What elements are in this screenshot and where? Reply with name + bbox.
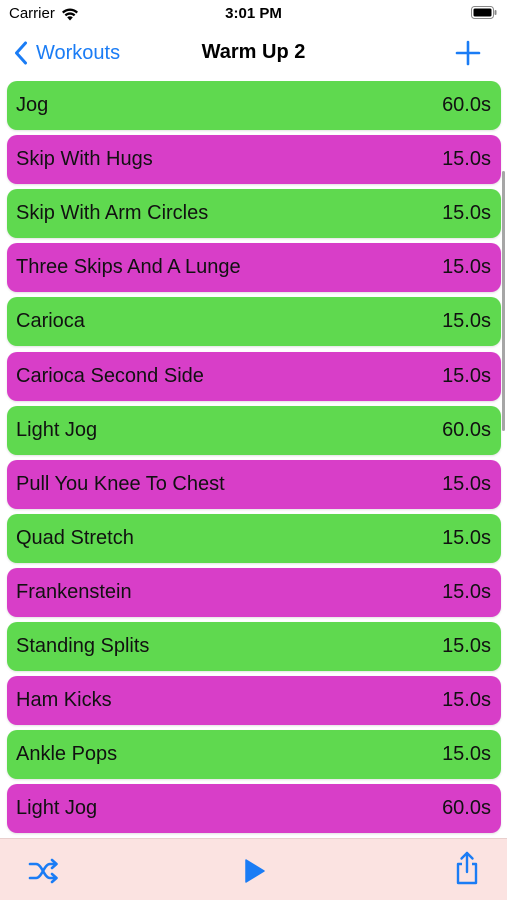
navigation-bar: Workouts Warm Up 2	[0, 30, 507, 76]
exercise-name: Light Jog	[16, 797, 98, 820]
exercise-row[interactable]: Light Jog 60.0s	[7, 405, 501, 455]
exercise-row[interactable]: Carioca Second Side 15.0s	[7, 351, 501, 401]
exercise-row[interactable]: Three Skips And A Lunge 15.0s	[7, 243, 501, 293]
shuffle-button[interactable]	[27, 856, 61, 886]
exercise-name: Skip With Hugs	[16, 148, 153, 171]
share-button[interactable]	[450, 851, 484, 885]
shuffle-icon	[28, 858, 58, 884]
exercise-row[interactable]: Carioca 15.0s	[7, 297, 501, 347]
exercise-list[interactable]: Jog 60.0s Skip With Hugs 15.0s Skip With Arm…	[0, 81, 507, 838]
exercise-name: Three Skips And A Lunge	[16, 256, 241, 279]
exercise-duration: 60.0s	[442, 94, 491, 116]
exercise-duration: 60.0s	[442, 418, 491, 441]
exercise-name: Light Jog	[16, 418, 98, 441]
exercise-row[interactable]: Quad Stretch 15.0s	[7, 513, 501, 563]
exercise-name: Pull You Knee To Chest	[16, 472, 225, 495]
status-bar: Carrier 3:01 PM	[0, 0, 507, 30]
status-time: 3:01 PM	[225, 5, 282, 22]
exercise-duration: 15.0s	[442, 148, 491, 171]
exercise-duration: 15.0s	[442, 364, 491, 387]
exercise-name: Carioca	[16, 310, 85, 333]
exercise-row[interactable]: Ankle Pops 15.0s	[7, 730, 501, 780]
exercise-row[interactable]: Skip With Hugs 15.0s	[7, 135, 501, 185]
plus-icon[interactable]	[455, 40, 481, 66]
exercise-name: Quad Stretch	[16, 526, 134, 549]
exercise-duration: 60.0s	[442, 797, 491, 820]
exercise-row[interactable]: Frankenstein 15.0s	[7, 567, 501, 617]
exercise-duration: 15.0s	[442, 689, 491, 712]
bottom-toolbar	[0, 838, 507, 900]
battery-icon	[471, 6, 497, 19]
exercise-row[interactable]: Jog 60.0s	[7, 81, 501, 130]
exercise-name: Jog	[16, 94, 49, 116]
exercise-row[interactable]: Skip With Arm Circles 15.0s	[7, 189, 501, 239]
exercise-name: Ankle Pops	[16, 743, 118, 766]
exercise-duration: 15.0s	[442, 526, 491, 549]
exercise-name: Skip With Arm Circles	[16, 202, 209, 225]
exercise-duration: 15.0s	[442, 472, 491, 495]
exercise-name: Ham Kicks	[16, 689, 112, 712]
scroll-indicator[interactable]	[502, 171, 505, 431]
exercise-name: Frankenstein	[16, 580, 132, 603]
exercise-row[interactable]: Pull You Knee To Chest 15.0s	[7, 459, 501, 509]
exercise-duration: 15.0s	[442, 310, 491, 333]
exercise-name: Standing Splits	[16, 635, 150, 657]
share-icon	[456, 851, 478, 885]
exercise-duration: 15.0s	[442, 256, 491, 279]
exercise-row[interactable]: Ham Kicks 15.0s	[7, 676, 501, 726]
exercise-duration: 15.0s	[442, 743, 491, 766]
exercise-duration: 15.0s	[442, 202, 491, 225]
exercise-row[interactable]: Light Jog 60.0s	[7, 784, 501, 834]
workout-screen: Carrier 3:01 PM Workouts Warm Up 2 Jog 60…	[0, 0, 507, 900]
exercise-duration: 15.0s	[442, 580, 491, 603]
exercise-name: Carioca Second Side	[16, 364, 204, 387]
play-button[interactable]	[237, 856, 271, 886]
page-title: Warm Up 2	[201, 41, 306, 63]
play-icon	[245, 859, 265, 883]
exercise-duration: 15.0s	[442, 635, 491, 657]
exercise-row[interactable]: Standing Splits 15.0s	[7, 622, 501, 671]
